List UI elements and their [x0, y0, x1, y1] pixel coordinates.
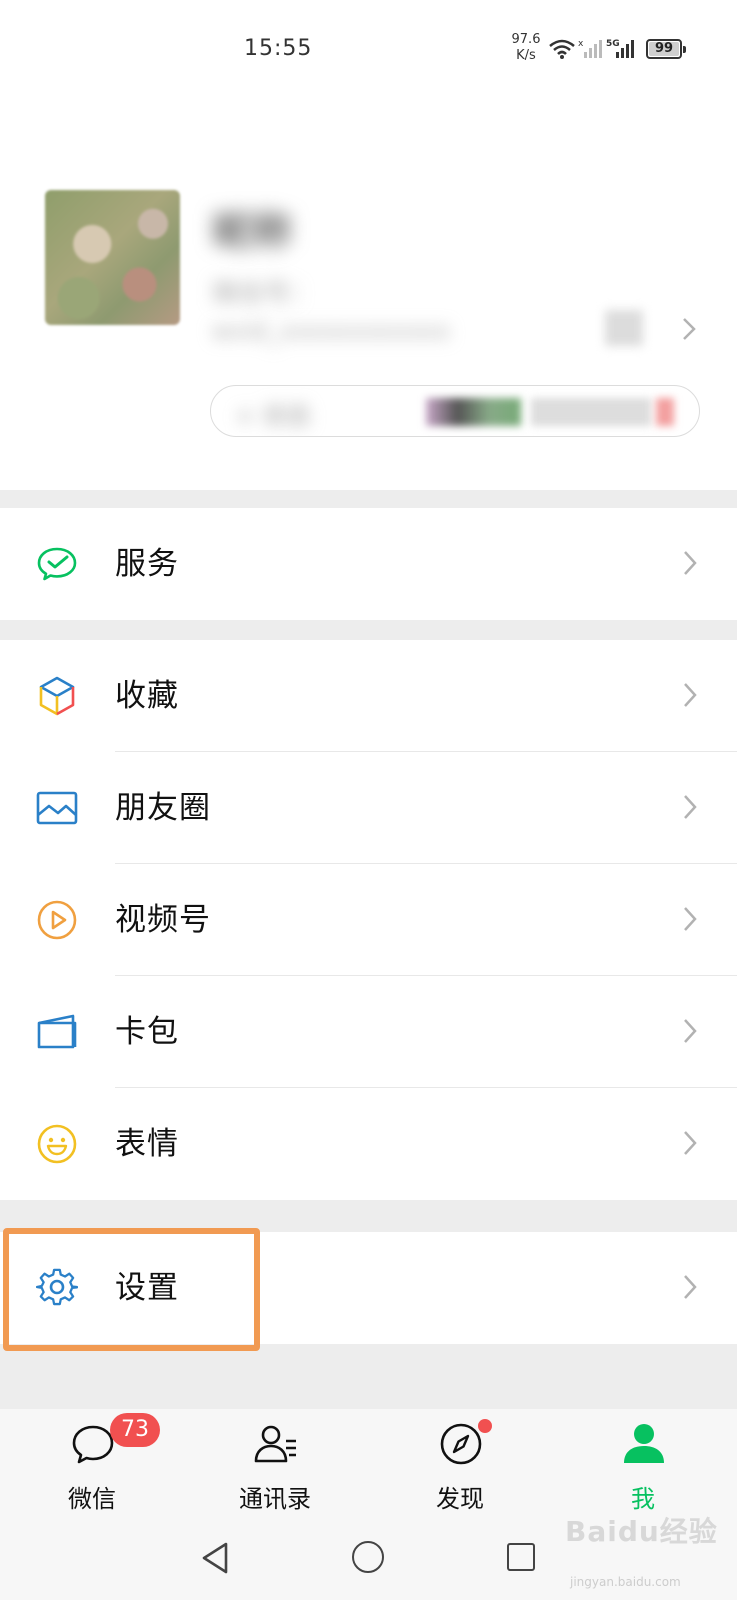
menu-item-cards[interactable]: 卡包 — [0, 976, 737, 1088]
battery-percent: 99 — [654, 41, 674, 56]
wechat-pay-icon — [37, 547, 77, 581]
menu-item-moments[interactable]: 朋友圈 — [0, 752, 737, 864]
back-icon[interactable] — [200, 1541, 230, 1575]
status-text: + 状态 — [235, 402, 311, 430]
tab-chats[interactable]: 73 微信 — [32, 1409, 160, 1523]
chevron-right-icon — [684, 1019, 697, 1043]
menu-label-moments: 朋友圈 — [115, 790, 211, 826]
unread-badge: 73 — [110, 1413, 160, 1447]
status-bar: 15:55 97.6 K/s x 5G 99 — [0, 0, 737, 95]
menu-item-favorites[interactable]: 收藏 — [0, 640, 737, 752]
menu-label-stickers: 表情 — [115, 1126, 179, 1162]
menu-label-cards: 卡包 — [115, 1014, 179, 1050]
chevron-right-icon — [683, 318, 696, 340]
tab-me[interactable]: 我 — [583, 1409, 703, 1523]
menu-label-channels: 视频号 — [115, 902, 211, 938]
menu-label-favorites: 收藏 — [115, 678, 179, 714]
nickname: 昵称 — [212, 209, 292, 255]
card-icon — [37, 1014, 77, 1049]
status-blur — [531, 398, 651, 426]
settings-highlight-box — [3, 1228, 260, 1351]
cube-icon — [39, 676, 75, 716]
tab-label-discover: 发现 — [436, 1485, 484, 1513]
bottom-tab-bar: 73 微信 通讯录 发现 我 — [0, 1409, 737, 1523]
wechat-id: wxid_xxxxxxxxxxxx — [212, 317, 451, 345]
wechat-id-label: 微信号： — [212, 279, 317, 309]
tab-label-chats: 微信 — [68, 1485, 116, 1513]
signal-5g-icon: 5G — [606, 39, 634, 58]
tab-contacts[interactable]: 通讯录 — [215, 1409, 335, 1523]
menu-item-stickers[interactable]: 表情 — [0, 1088, 737, 1200]
status-dot — [656, 398, 674, 426]
tab-label-contacts: 通讯录 — [239, 1485, 311, 1513]
chevron-right-icon — [684, 551, 697, 575]
recent-apps-icon[interactable] — [507, 1543, 535, 1571]
contacts-icon — [254, 1425, 296, 1463]
friend-avatars — [426, 398, 521, 426]
network-speed-value: 97.6 — [511, 32, 541, 47]
play-icon — [37, 900, 77, 940]
wechat-me-page: 15:55 97.6 K/s x 5G 99 昵称 微信号： wxid_xxxx… — [0, 0, 737, 1600]
notification-dot — [478, 1419, 492, 1433]
chevron-right-icon — [684, 1131, 697, 1155]
menu-item-channels[interactable]: 视频号 — [0, 864, 737, 976]
network-speed-unit: K/s — [516, 48, 536, 63]
watermark-url: jingyan.baidu.com — [570, 1575, 681, 1589]
smile-icon — [37, 1124, 77, 1164]
status-pill[interactable]: + 状态 — [210, 385, 700, 437]
tab-discover[interactable]: 发现 — [400, 1409, 520, 1523]
home-icon[interactable] — [352, 1541, 384, 1573]
chevron-right-icon — [684, 907, 697, 931]
signal-sim1-icon: x — [578, 39, 602, 58]
chevron-right-icon — [684, 683, 697, 707]
chevron-right-icon — [684, 795, 697, 819]
compass-icon — [440, 1423, 482, 1465]
battery-icon: 99 — [646, 39, 686, 59]
image-icon — [36, 791, 78, 825]
profile-header[interactable]: 昵称 微信号： wxid_xxxxxxxxxxxx + 状态 — [0, 95, 737, 490]
clock: 15:55 — [244, 36, 313, 61]
watermark-logo: Baidu经验 — [565, 1515, 718, 1548]
avatar[interactable] — [45, 190, 180, 325]
tab-label-me: 我 — [631, 1485, 655, 1513]
me-icon — [624, 1424, 664, 1463]
svg-text:x: x — [578, 39, 584, 49]
qr-code-icon[interactable] — [605, 310, 643, 346]
network-speed: 97.6 K/s — [505, 32, 547, 64]
svg-text:5G: 5G — [606, 39, 620, 49]
wifi-icon — [549, 39, 575, 59]
menu-item-services[interactable]: 服务 — [0, 508, 737, 620]
chevron-right-icon — [684, 1275, 697, 1299]
menu-label-services: 服务 — [115, 546, 179, 582]
